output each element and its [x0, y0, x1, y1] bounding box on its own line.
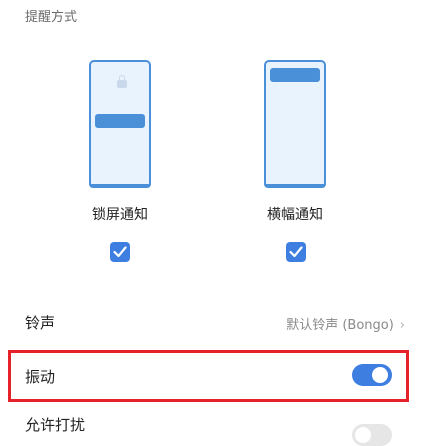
banner-preview[interactable]	[264, 60, 326, 188]
allow-dnd-toggle[interactable]	[352, 424, 392, 446]
section-title: 提醒方式	[25, 10, 78, 25]
notification-banner	[270, 68, 320, 82]
vibration-label: 振动	[25, 368, 56, 386]
toggle-knob	[355, 427, 371, 443]
lockscreen-preview[interactable]	[89, 60, 151, 188]
ringtone-value-wrap: 默认铃声 (Bongo) ›	[286, 314, 405, 333]
lock-icon	[117, 75, 127, 88]
vibration-toggle[interactable]	[352, 364, 392, 386]
allow-dnd-label: 允许打扰	[25, 416, 86, 434]
phone-base	[89, 184, 151, 188]
check-icon	[113, 246, 127, 258]
check-icon	[289, 246, 303, 258]
lockscreen-label: 锁屏通知	[92, 207, 148, 223]
banner-label: 横幅通知	[267, 207, 323, 223]
ringtone-value: 默认铃声 (Bongo)	[286, 318, 394, 333]
toggle-knob	[372, 367, 388, 383]
highlight-frame	[8, 350, 409, 402]
notification-banner	[95, 114, 145, 128]
lockscreen-checkbox[interactable]	[110, 242, 130, 262]
ringtone-label: 铃声	[25, 314, 56, 332]
chevron-right-icon: ›	[399, 318, 405, 333]
banner-checkbox[interactable]	[286, 242, 306, 262]
phone-base	[264, 184, 326, 188]
